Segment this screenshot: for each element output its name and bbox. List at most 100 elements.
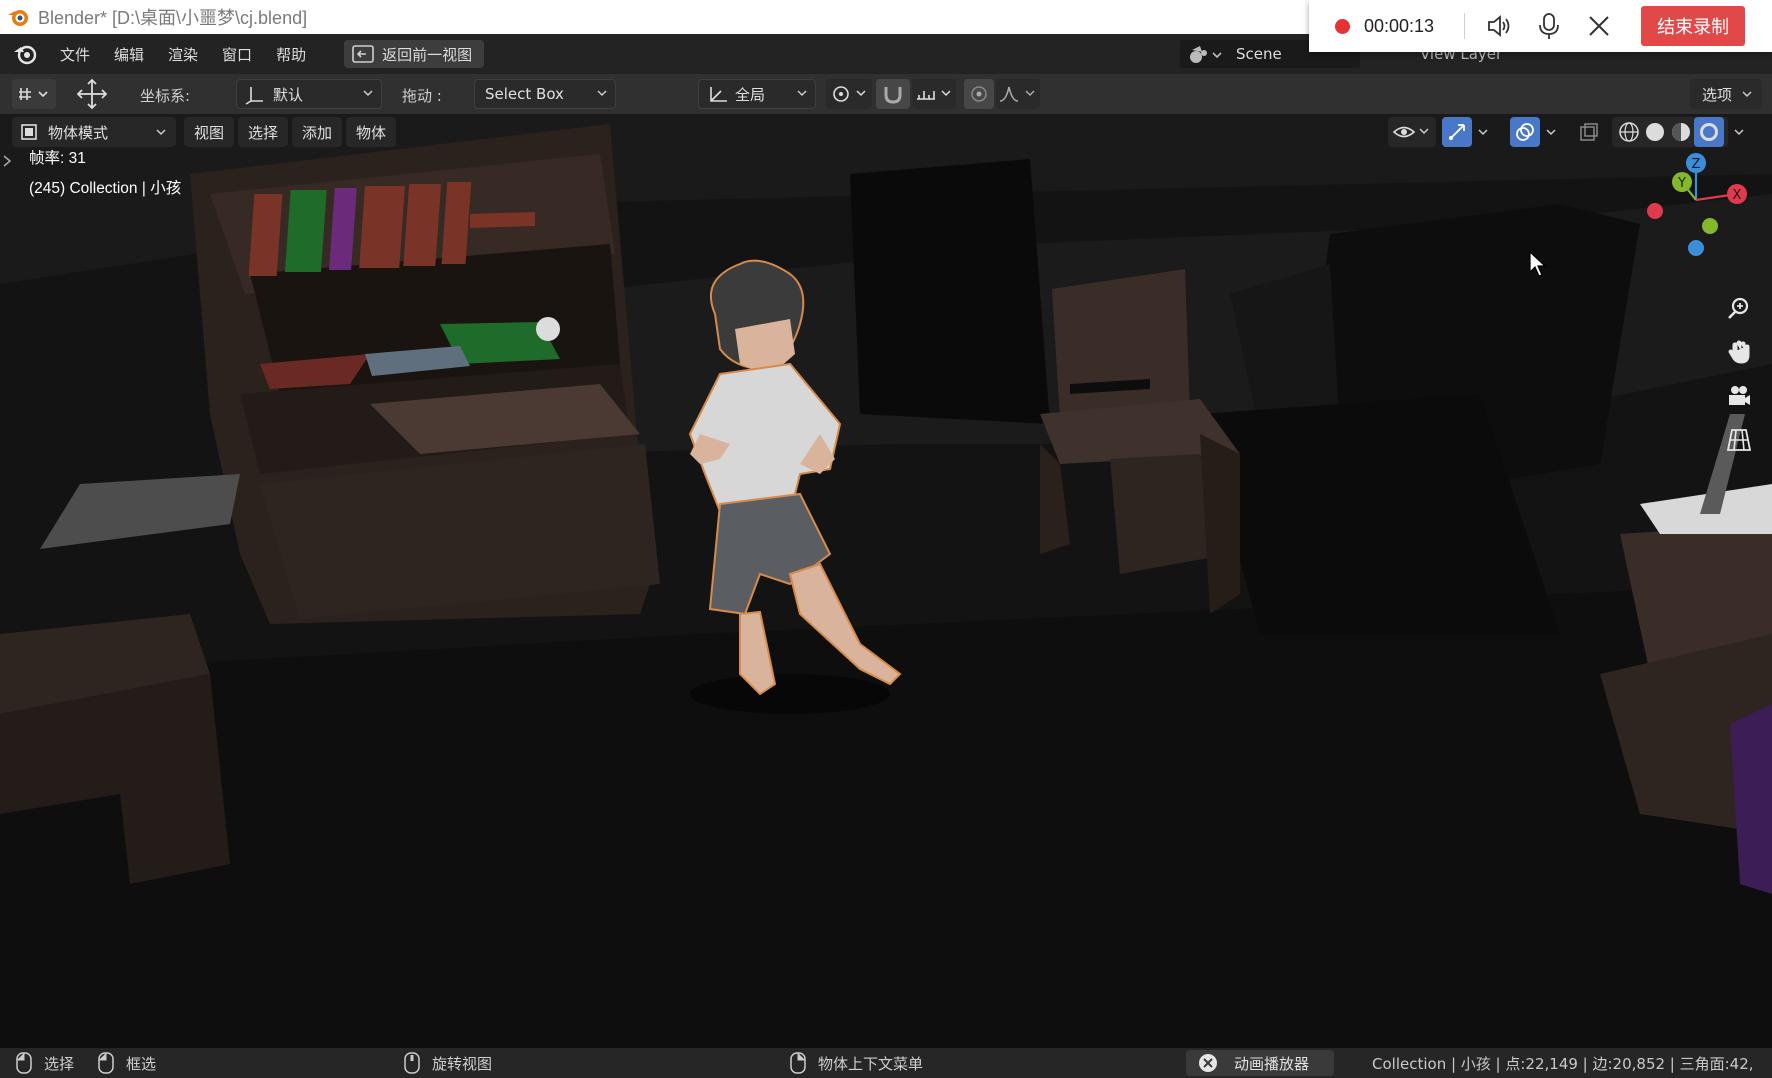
- stop-recording-button[interactable]: 结束录制: [1641, 6, 1746, 46]
- transform-orientation-dropdown[interactable]: 全局: [698, 79, 816, 109]
- viewport-menu-select[interactable]: 选择: [238, 117, 289, 147]
- menu-file[interactable]: 文件: [48, 44, 102, 65]
- axis-y-label: Y: [1677, 176, 1686, 191]
- axis-z-label: Z: [1692, 157, 1701, 172]
- viewport-header: 物体模式 视图 选择 添加 物体: [0, 114, 1772, 150]
- gizmo-toggle[interactable]: [1442, 117, 1472, 147]
- status-context-menu-label: 物体上下文菜单: [818, 1054, 924, 1073]
- solid-shading-icon[interactable]: [1642, 119, 1668, 145]
- pan-tool-button[interactable]: [1719, 332, 1759, 372]
- back-button-label: 返回前一视图: [382, 45, 473, 64]
- chevron-down-icon: [1478, 129, 1488, 136]
- menu-window[interactable]: 窗口: [210, 44, 264, 65]
- object-mode-dropdown[interactable]: 物体模式: [12, 117, 176, 147]
- object-mode-value: 物体模式: [48, 123, 109, 142]
- options-dropdown[interactable]: 选项: [1689, 79, 1762, 109]
- wireframe-shading-icon[interactable]: [1616, 119, 1642, 145]
- recording-dot-icon: [1335, 18, 1350, 34]
- gizmo-icon: [1449, 124, 1465, 140]
- back-to-previous-button[interactable]: 返回前一视图: [344, 40, 485, 68]
- status-select-hint: 选择: [16, 1048, 74, 1078]
- axis-neg-y-icon: [1702, 218, 1718, 234]
- object-mode-icon: [21, 124, 37, 140]
- eye-icon: [1392, 126, 1429, 138]
- snap-target-dropdown[interactable]: [912, 79, 956, 109]
- camera-icon: [1729, 386, 1750, 405]
- 3d-viewport[interactable]: 物体模式 视图 选择 添加 物体 帧率: 31 (245) Collection…: [0, 114, 1772, 1048]
- status-rotate-hint: 旋转视图: [404, 1048, 492, 1078]
- blender-menu-icon[interactable]: [12, 41, 38, 67]
- cancel-circle-icon: [1199, 1054, 1217, 1072]
- viewport-display-tools: [1388, 117, 1750, 147]
- proportional-edit-icon: [971, 86, 987, 102]
- drag-label: 拖动 :: [402, 87, 442, 105]
- axes-icon: [245, 87, 263, 105]
- grid-icon: [1726, 429, 1752, 451]
- status-box-select-label: 框选: [126, 1054, 157, 1073]
- chevron-down-icon: [1546, 129, 1556, 136]
- options-label: 选项: [1701, 85, 1732, 104]
- divider: [1464, 13, 1466, 39]
- navigation-gizmo[interactable]: Z Y X: [1630, 144, 1770, 274]
- scene-name: Scene: [1236, 45, 1282, 63]
- tool-settings-header: 坐标系: 默认 拖动 : Select Box 全局 选项: [0, 74, 1772, 114]
- animation-player-label: 动画播放器: [1234, 1054, 1310, 1073]
- pivot-point-button[interactable]: [826, 79, 872, 109]
- mouse-cursor-icon: [1529, 250, 1547, 277]
- chevron-down-icon: [1742, 91, 1752, 98]
- status-context-menu-hint: 物体上下文菜单: [790, 1048, 923, 1078]
- window-title: Blender* [D:\桌面\小噩梦\cj.blend]: [38, 8, 308, 28]
- snap-toggle[interactable]: [876, 79, 910, 109]
- status-rotate-label: 旋转视图: [432, 1054, 493, 1073]
- axis-neg-z-icon: [1688, 240, 1704, 256]
- axis-x-label: X: [1733, 188, 1742, 203]
- chevron-down-icon: [597, 90, 607, 97]
- microphone-icon[interactable]: [1533, 10, 1565, 42]
- shading-mode-group: [1612, 117, 1728, 147]
- magnet-icon: [884, 87, 902, 104]
- fps-text: 帧率: 31: [29, 150, 86, 167]
- material-shading-icon[interactable]: [1668, 119, 1694, 145]
- speaker-icon[interactable]: [1483, 10, 1515, 42]
- snap-increment-icon: [917, 90, 951, 100]
- animation-player-button[interactable]: 动画播放器: [1186, 1050, 1334, 1076]
- status-select-label: 选择: [44, 1054, 75, 1073]
- axis-neg-x-icon: [1647, 203, 1663, 219]
- camera-view-button[interactable]: [1719, 376, 1759, 416]
- menu-edit[interactable]: 编辑: [102, 44, 156, 65]
- scene-icon: [1190, 46, 1222, 63]
- chevron-down-icon: [363, 90, 373, 97]
- falloff-curve-icon: [999, 86, 1035, 102]
- screen-recorder-widget: 00:00:13 结束录制: [1309, 0, 1772, 52]
- overlay-dropdown[interactable]: [1540, 117, 1562, 147]
- viewport-menu-view[interactable]: 视图: [184, 117, 235, 147]
- gizmo-dropdown[interactable]: [1472, 117, 1494, 147]
- scene-statistics: Collection | 小孩 | 点:22,149 | 边:20,852 | …: [1372, 1054, 1754, 1073]
- chevron-down-icon: [797, 90, 807, 97]
- hand-icon: [1728, 340, 1750, 364]
- xray-toggle[interactable]: [1574, 117, 1604, 147]
- chevron-right-icon[interactable]: [2, 154, 12, 168]
- ortho-toggle-button[interactable]: [1719, 420, 1759, 460]
- falloff-dropdown[interactable]: [996, 79, 1040, 109]
- coordinate-system-dropdown[interactable]: 默认: [236, 79, 382, 109]
- collection-text: (245) Collection | 小孩: [29, 180, 182, 197]
- zoom-tool-button[interactable]: [1719, 288, 1759, 328]
- viewport-menu-object[interactable]: 物体: [346, 117, 397, 147]
- proportional-edit-toggle[interactable]: [964, 79, 994, 109]
- close-icon[interactable]: [1583, 10, 1615, 42]
- back-screen-icon: [352, 45, 374, 63]
- menu-help[interactable]: 帮助: [264, 44, 318, 65]
- drag-mode-dropdown[interactable]: Select Box: [474, 79, 616, 109]
- viewport-menu-add[interactable]: 添加: [292, 117, 343, 147]
- menu-render[interactable]: 渲染: [156, 44, 210, 65]
- visibility-dropdown[interactable]: [1388, 117, 1436, 147]
- move-tool-icon[interactable]: [72, 78, 112, 110]
- rendered-shading-icon[interactable]: [1694, 117, 1724, 147]
- orientation-icon: [710, 87, 727, 102]
- overlay-toggle[interactable]: [1510, 117, 1540, 147]
- editor-type-button[interactable]: [12, 79, 56, 109]
- shading-dropdown[interactable]: [1728, 117, 1750, 147]
- coordinate-system-value: 默认: [273, 85, 304, 104]
- chevron-down-icon: [156, 129, 166, 136]
